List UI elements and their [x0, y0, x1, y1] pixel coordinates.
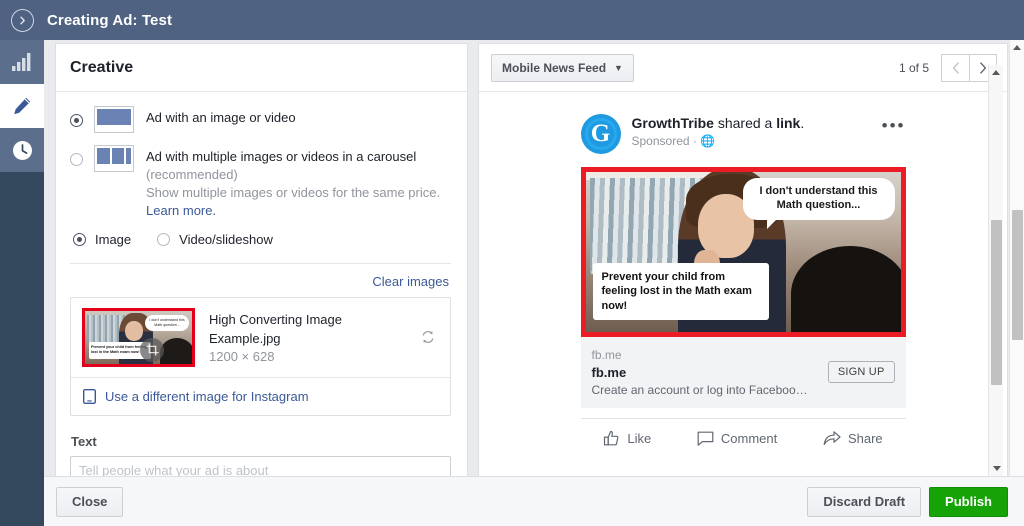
- link-card-description: Create an account or log into Faceboo…: [591, 382, 808, 397]
- sidebar-item-history[interactable]: [0, 128, 44, 172]
- use-different-instagram-image-row[interactable]: Use a different image for Instagram: [71, 376, 450, 415]
- scroll-thumb-inner[interactable]: [991, 220, 1002, 385]
- post-action-period: .: [800, 115, 805, 131]
- meta-separator: ·: [692, 134, 697, 149]
- preview-panel: Mobile News Feed ▼ 1 of 5 G GrowthTribe …: [478, 43, 1008, 476]
- ellipsis-icon[interactable]: •••: [882, 114, 906, 136]
- format-option-carousel[interactable]: Ad with multiple images or videos in a c…: [70, 145, 451, 220]
- placement-label: Mobile News Feed: [502, 60, 607, 75]
- page-title: Creating Ad: Test: [47, 11, 173, 29]
- mobile-device-icon: [83, 388, 105, 404]
- format-option-carousel-desc: Show multiple images or videos for the s…: [146, 184, 441, 200]
- link-card-title: fb.me: [591, 364, 627, 380]
- previous-preview-button[interactable]: [941, 53, 969, 82]
- link-card[interactable]: fb.me fb.me Create an account or log int…: [580, 337, 906, 408]
- image-dimensions: 1200 × 628: [209, 348, 275, 364]
- avatar-letter: G: [590, 120, 611, 147]
- radio-image[interactable]: [73, 232, 86, 246]
- image-filename: High Converting Image Example.jpg: [209, 311, 342, 346]
- preview-body: G GrowthTribe shared a link. Sponsored ·…: [479, 92, 1007, 476]
- radio-single-image[interactable]: [70, 114, 83, 127]
- creative-panel: Creative Ad with an image or video Ad wi…: [55, 43, 468, 476]
- image-thumbnail[interactable]: I don't understand this Math question...…: [82, 307, 195, 367]
- ad-image-speech-bubble: I don't understand this Math question...: [742, 178, 895, 228]
- media-type-video[interactable]: Video/slideshow: [157, 232, 273, 247]
- chevron-right-circle-icon[interactable]: [11, 8, 34, 32]
- pencil-icon: [12, 96, 32, 116]
- comment-button[interactable]: Comment: [697, 430, 777, 447]
- use-different-instagram-image-label: Use a different image for Instagram: [105, 388, 309, 404]
- format-option-carousel-label: Ad with multiple images or videos in a c…: [146, 149, 417, 164]
- radio-carousel[interactable]: [70, 153, 83, 166]
- text-input[interactable]: Tell people what your ad is about: [70, 455, 451, 476]
- media-type-group: Image Video/slideshow: [73, 232, 451, 247]
- learn-more-link[interactable]: Learn more.: [146, 203, 216, 218]
- thumbnail-bubble-text: I don't understand this Math question...: [145, 314, 189, 331]
- close-button[interactable]: Close: [56, 486, 124, 517]
- scroll-thumb-outer[interactable]: [1012, 210, 1023, 340]
- creative-panel-header: Creative: [56, 44, 467, 92]
- workspace: Creative Ad with an image or video Ad wi…: [44, 40, 1024, 526]
- share-arrow-icon: [823, 430, 848, 447]
- share-label: Share: [847, 430, 883, 446]
- image-row: I don't understand this Math question...…: [71, 298, 450, 377]
- like-button[interactable]: Like: [603, 430, 651, 447]
- sidebar-item-campaign[interactable]: [0, 40, 44, 84]
- share-button[interactable]: Share: [823, 430, 883, 447]
- media-type-image-label: Image: [95, 231, 132, 247]
- globe-icon: 🌐: [700, 134, 716, 149]
- scroll-down-arrow-inner[interactable]: [989, 461, 1004, 476]
- preview-scrollbar[interactable]: [988, 65, 1003, 476]
- like-label: Like: [627, 430, 652, 446]
- image-card: I don't understand this Math question...…: [70, 296, 451, 416]
- top-bar: Creating Ad: Test: [0, 0, 1024, 40]
- carousel-icon[interactable]: [94, 145, 134, 172]
- publish-button[interactable]: Publish: [929, 486, 1008, 517]
- clear-images-row: Clear images: [70, 264, 451, 297]
- creative-heading: Creative: [70, 58, 134, 76]
- speech-bubble-icon: [697, 430, 721, 447]
- preview-header: Mobile News Feed ▼ 1 of 5: [479, 44, 1007, 92]
- clock-icon: [12, 140, 33, 161]
- post-header: G GrowthTribe shared a link. Sponsored ·…: [580, 114, 906, 167]
- ad-creation-window: Creating Ad: Test Creative Ad with an im…: [0, 0, 1024, 526]
- post-action-link[interactable]: link: [776, 115, 800, 131]
- sidebar-item-ad-set[interactable]: [0, 84, 44, 128]
- footer-bar: Close Discard Draft Publish: [44, 476, 1024, 526]
- window-scrollbar[interactable]: [1009, 40, 1024, 526]
- page-indicator: 1 of 5: [898, 60, 929, 75]
- media-type-video-label: Video/slideshow: [179, 231, 273, 247]
- link-card-domain: fb.me: [591, 348, 622, 362]
- ad-preview-post: G GrowthTribe shared a link. Sponsored ·…: [580, 114, 906, 476]
- avatar[interactable]: G: [580, 114, 621, 154]
- ad-image-caption: Prevent your child from feeling lost in …: [592, 263, 769, 320]
- placement-dropdown[interactable]: Mobile News Feed ▼: [491, 53, 634, 82]
- call-to-action-button[interactable]: SIGN UP: [827, 360, 895, 383]
- media-type-image[interactable]: Image: [73, 232, 131, 247]
- text-field-label: Text: [71, 433, 97, 449]
- thumbs-up-icon: [603, 430, 627, 447]
- format-option-carousel-sub: (recommended): [146, 166, 238, 182]
- scroll-up-arrow-inner[interactable]: [989, 65, 1003, 80]
- comment-label: Comment: [720, 430, 778, 446]
- sponsored-label: Sponsored: [631, 134, 690, 149]
- post-actions: Like Comment Share: [580, 417, 906, 447]
- format-option-single-label: Ad with an image or video: [146, 110, 296, 125]
- single-image-icon[interactable]: [94, 106, 134, 133]
- format-option-single[interactable]: Ad with an image or video: [70, 106, 451, 133]
- left-icon-rail: [0, 40, 44, 526]
- bar-chart-icon: [12, 53, 32, 71]
- ad-creative-image[interactable]: I don't understand this Math question...…: [580, 167, 906, 337]
- page-name[interactable]: GrowthTribe: [632, 115, 714, 131]
- creative-panel-body: Ad with an image or video Ad with multip…: [56, 92, 467, 476]
- refresh-icon[interactable]: [417, 329, 439, 345]
- crop-icon[interactable]: [140, 337, 164, 362]
- discard-draft-button[interactable]: Discard Draft: [807, 486, 922, 517]
- scroll-up-arrow-outer[interactable]: [1010, 40, 1024, 55]
- chevron-down-icon: ▼: [614, 62, 623, 73]
- clear-images-link[interactable]: Clear images: [372, 274, 449, 289]
- radio-video[interactable]: [157, 232, 171, 246]
- post-action-text: shared a: [713, 115, 777, 131]
